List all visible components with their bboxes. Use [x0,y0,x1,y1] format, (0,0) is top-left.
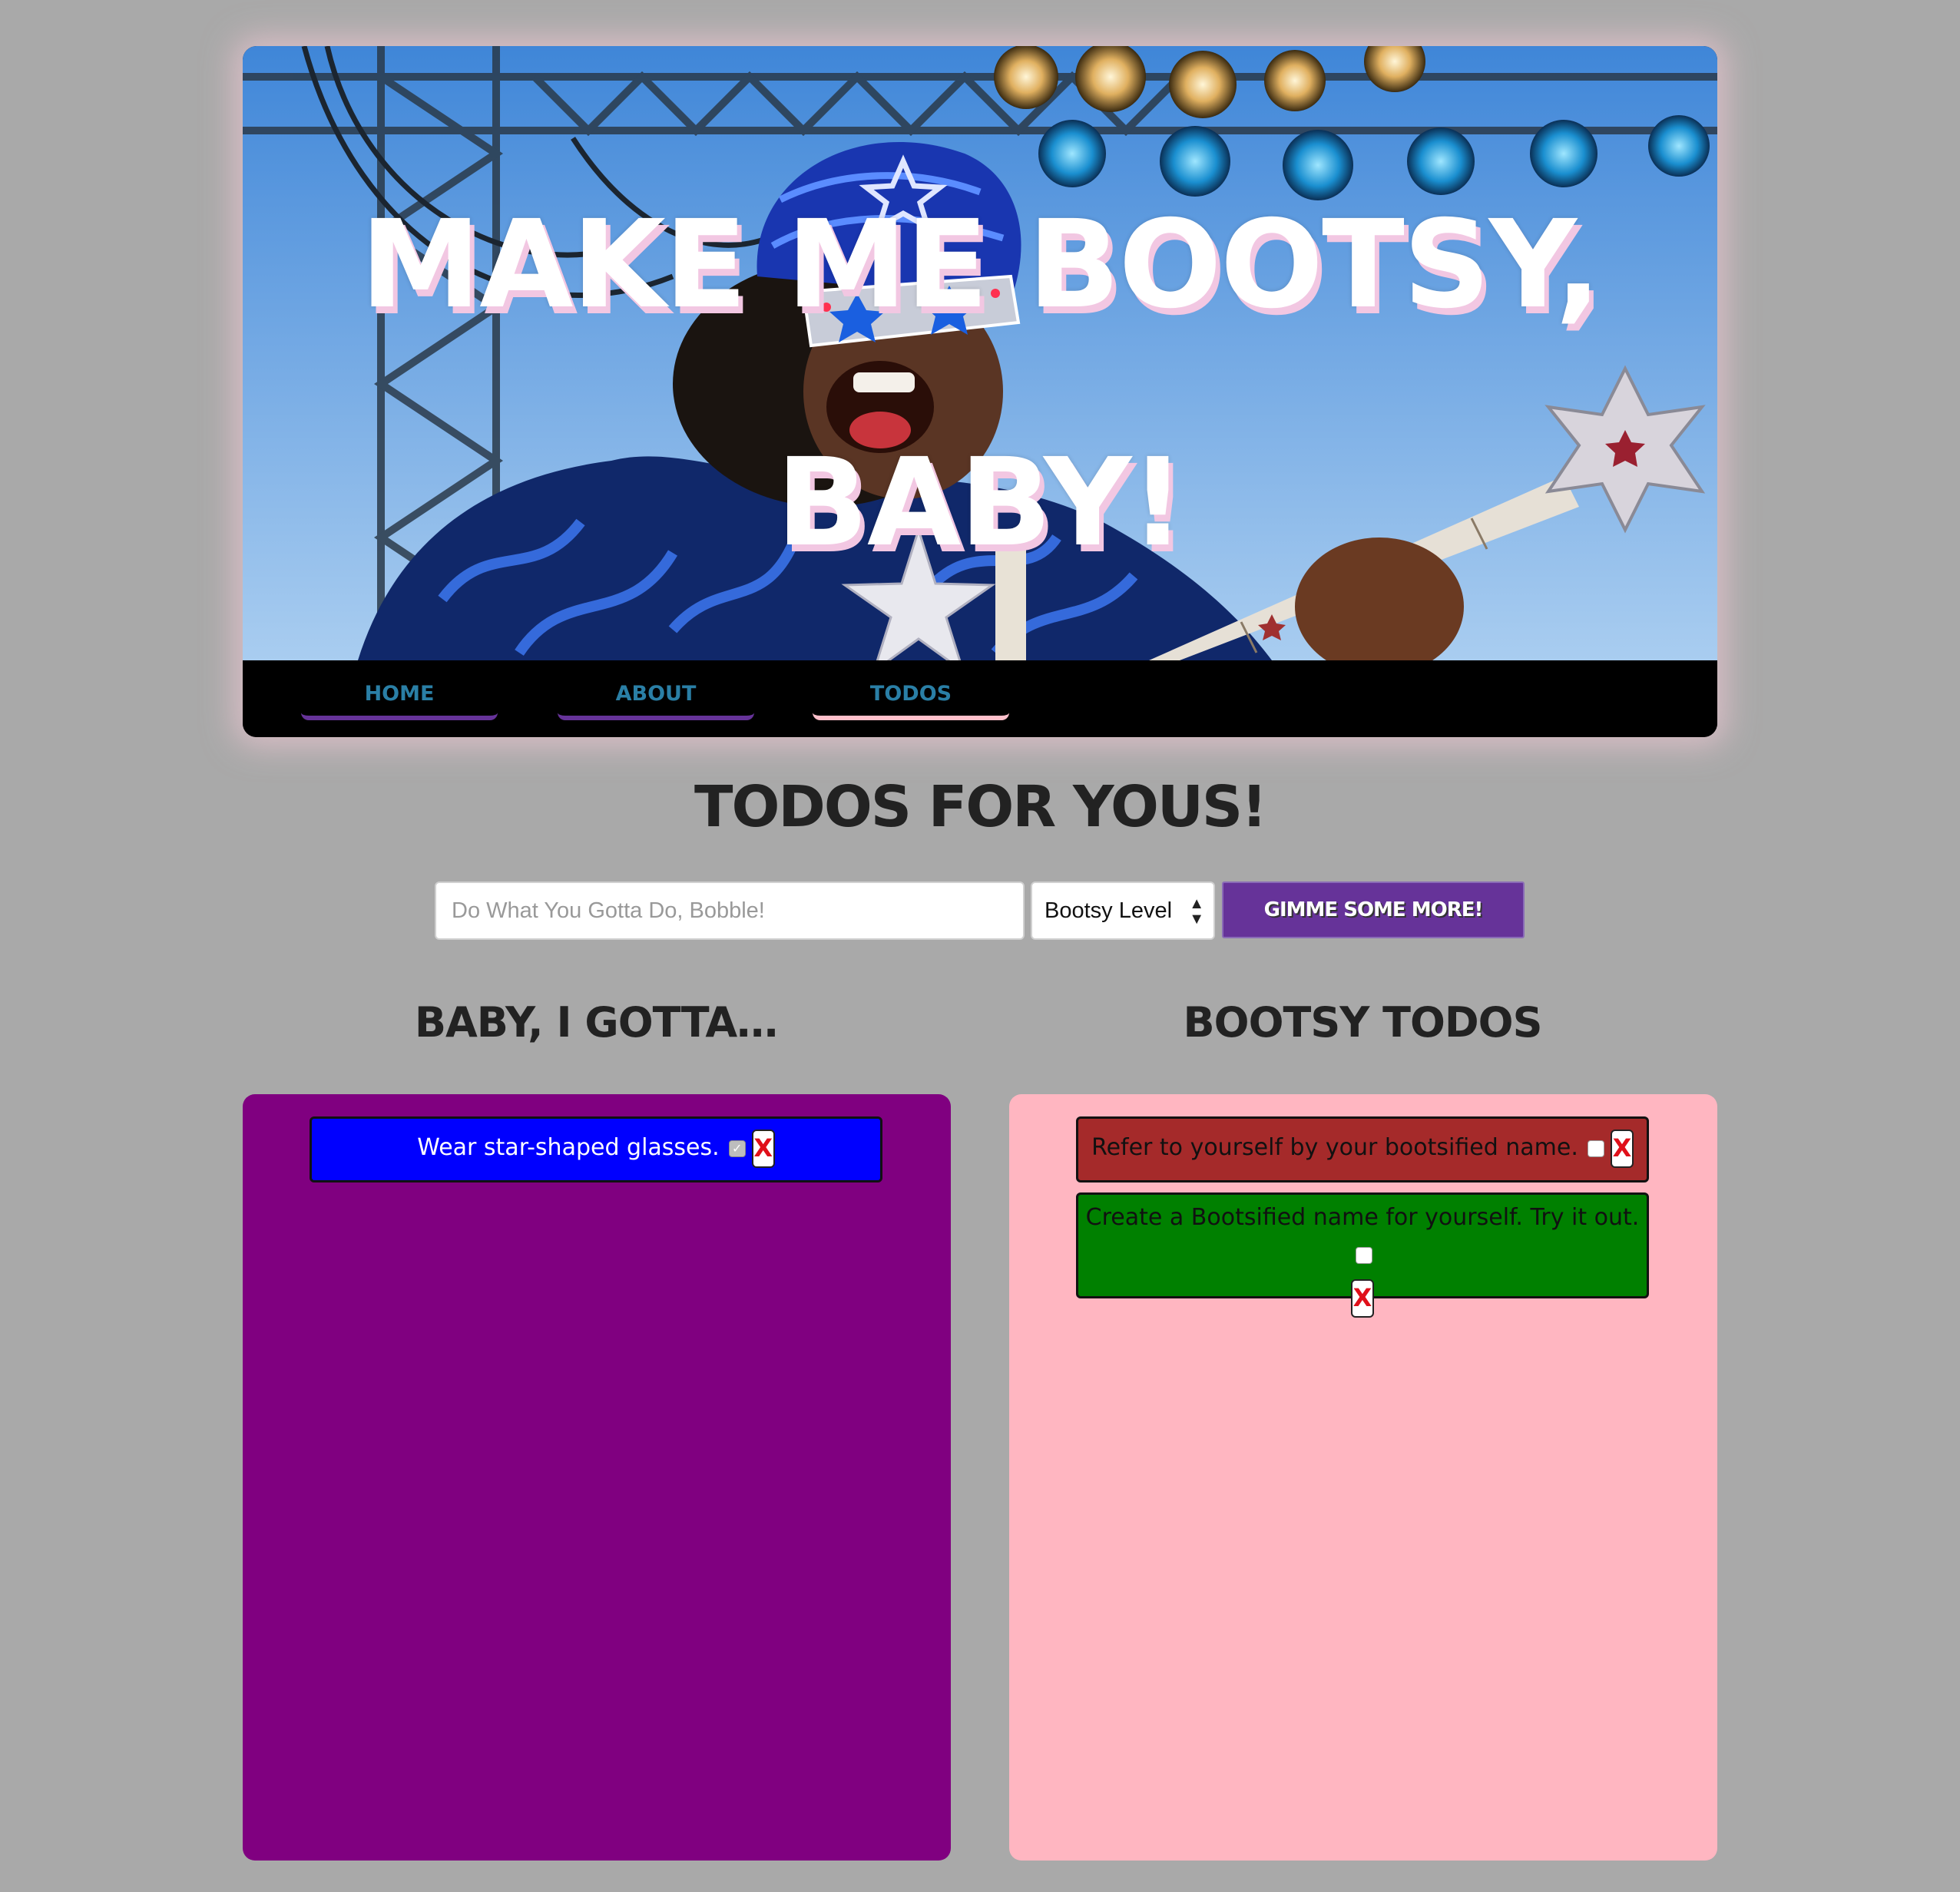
column-heading-baby-i-gotta: BABY, I GOTTA… [414,998,778,1047]
site-title-line-2: BABY! [776,432,1186,574]
todo-item: Wear star-shaped glasses. ✓ X [310,1116,882,1182]
site-title: MAKE ME BOOTSY, BABY! [243,146,1717,622]
main-nav: HOME ABOUT TODOS [243,660,1717,737]
site-header: MAKE ME BOOTSY, BABY! HOME ABOUT TODOS [243,46,1717,737]
todo-item: Refer to yourself by your bootsified nam… [1076,1116,1649,1182]
todo-checkbox[interactable]: ✓ [728,1140,746,1157]
delete-todo-button[interactable]: X [1351,1279,1374,1318]
hero-banner: MAKE ME BOOTSY, BABY! [243,46,1717,660]
page-title: TODOS FOR YOUS! [694,774,1267,840]
column-heading-bootsy-todos: BOOTSY TODOS [1183,998,1543,1047]
nav-about[interactable]: ABOUT [558,676,754,720]
add-todo-button[interactable]: GIMME SOME MORE! [1222,882,1525,938]
todo-input[interactable] [435,882,1025,940]
delete-todo-button[interactable]: X [1610,1129,1634,1168]
site-title-line-1: MAKE ME BOOTSY, [360,194,1601,336]
delete-todo-button[interactable]: X [751,1129,775,1168]
todo-text: Refer to yourself by your bootsified nam… [1091,1134,1578,1161]
nav-home[interactable]: HOME [301,676,498,720]
todo-text: Wear star-shaped glasses. [417,1134,720,1161]
bootsy-todos-panel: Refer to yourself by your bootsified nam… [1009,1094,1717,1861]
todo-checkbox[interactable] [1587,1140,1604,1157]
bootsy-level-select-value: Bootsy Level [1045,898,1173,923]
select-arrows-icon: ▲ ▼ [1189,895,1204,928]
bootsy-level-select[interactable]: Bootsy Level ▲ ▼ [1031,882,1215,940]
todo-checkbox[interactable] [1356,1246,1372,1264]
my-todos-panel: Wear star-shaped glasses. ✓ X [243,1094,951,1861]
todo-item: Create a Bootsified name for yourself. T… [1076,1192,1649,1318]
todo-text: Create a Bootsified name for yourself. T… [1085,1204,1640,1231]
nav-todos[interactable]: TODOS [813,676,1009,720]
